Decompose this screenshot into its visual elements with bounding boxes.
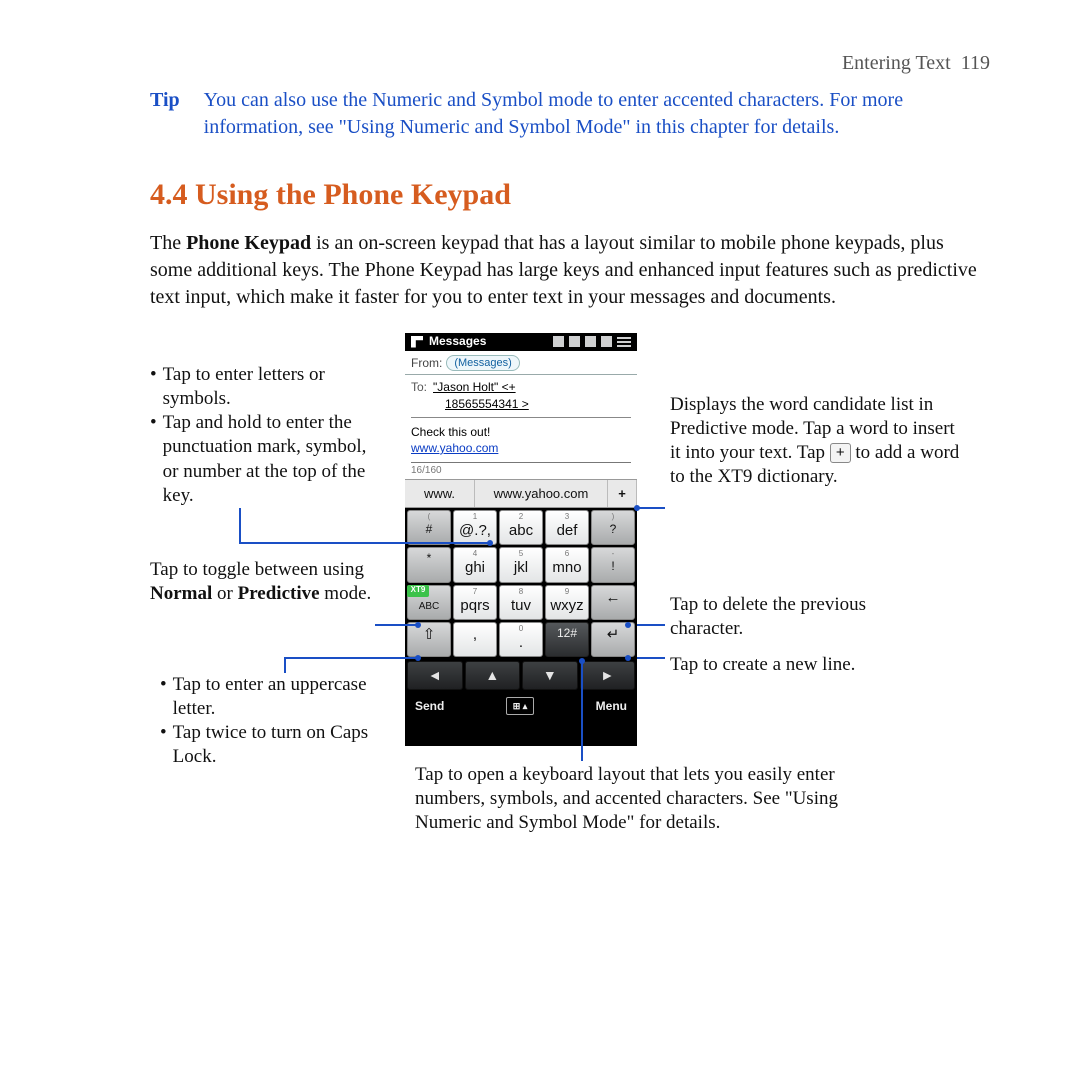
key-8[interactable]: 8tuv: [499, 585, 543, 620]
callout-toggle-mode: Tap to toggle between using Normal or Pr…: [150, 558, 380, 607]
keypad: (# 1@.?, 2abc 3def )? * 4ghi 5jkl 6mno -…: [405, 508, 637, 657]
nav-up[interactable]: ▲: [465, 661, 521, 690]
section-name: Entering Text: [842, 52, 951, 74]
softkey-menu[interactable]: Menu: [596, 698, 627, 714]
xt9-badge: XT9: [407, 585, 429, 597]
key-2[interactable]: 2abc: [499, 510, 543, 545]
to-value-2[interactable]: 18565554341 >: [411, 396, 631, 412]
key-0[interactable]: 0.: [499, 622, 543, 657]
callout-uppercase: Tap to enter an uppercase letter.: [173, 673, 385, 722]
key-5[interactable]: 5jkl: [499, 547, 543, 582]
candidate-2[interactable]: www.yahoo.com: [475, 480, 608, 508]
from-field[interactable]: From: (Messages): [405, 351, 637, 376]
key-exclaim[interactable]: -!: [591, 547, 635, 582]
menu-icon: [617, 337, 631, 347]
page-number: 119: [961, 52, 990, 74]
callout-newline: Tap to create a new line.: [670, 653, 970, 677]
soft-key-bar: Send ⊞ ▴ Menu: [405, 692, 637, 720]
callout-candidate-list: Displays the word candidate list in Pred…: [670, 393, 960, 490]
key-6[interactable]: 6mno: [545, 547, 589, 582]
status-bar: Messages: [405, 333, 637, 351]
nav-row: ◄ ▲ ▼ ►: [405, 659, 637, 692]
key-comma[interactable]: ,: [453, 622, 497, 657]
manual-page: Entering Text 119 Tip You can also use t…: [0, 0, 1080, 1080]
key-shift[interactable]: ⇧: [407, 622, 451, 657]
char-count: 16/160: [411, 462, 631, 479]
compose-area: From: (Messages) To:"Jason Holt" <+ 1856…: [405, 351, 637, 479]
callout-tap-hold: Tap and hold to enter the punctuation ma…: [163, 411, 380, 508]
left-callouts-2: •Tap to enter an uppercase letter. •Tap …: [160, 673, 385, 770]
keypad-diagram: •Tap to enter letters or symbols. •Tap a…: [150, 333, 990, 893]
nav-left[interactable]: ◄: [407, 661, 463, 690]
app-title: Messages: [429, 333, 486, 349]
from-account-chip[interactable]: (Messages): [446, 355, 519, 372]
nav-right[interactable]: ►: [580, 661, 636, 690]
key-enter[interactable]: ↵: [591, 622, 635, 657]
to-field[interactable]: To:"Jason Holt" <+ 18565554341 >: [405, 375, 637, 414]
start-icon: [411, 336, 423, 348]
key-4[interactable]: 4ghi: [453, 547, 497, 582]
intro-paragraph: The Phone Keypad is an on-screen keypad …: [150, 230, 990, 311]
key-backspace[interactable]: ←: [591, 585, 635, 620]
message-body[interactable]: Check this out! www.yahoo.com: [405, 420, 637, 456]
key-7[interactable]: 7pqrs: [453, 585, 497, 620]
section-heading: 4.4 Using the Phone Keypad: [150, 175, 990, 216]
tip-text: You can also use the Numeric and Symbol …: [204, 87, 990, 141]
key-mode-toggle[interactable]: XT9 ABC: [407, 585, 451, 620]
plus-key-icon: +: [830, 443, 851, 463]
signal-icon: [569, 336, 580, 347]
key-3[interactable]: 3def: [545, 510, 589, 545]
callout-symbol-mode: Tap to open a keyboard layout that lets …: [415, 763, 885, 836]
running-header: Entering Text 119: [150, 50, 990, 77]
key-question[interactable]: )?: [591, 510, 635, 545]
tip-block: Tip You can also use the Numeric and Sym…: [150, 87, 990, 141]
to-value[interactable]: "Jason Holt" <+: [433, 380, 516, 394]
key-numsym[interactable]: 12#: [545, 622, 589, 657]
callout-capslock: Tap twice to turn on Caps Lock.: [173, 721, 385, 770]
callout-delete: Tap to delete the previous character.: [670, 593, 940, 642]
softkey-send[interactable]: Send: [415, 698, 444, 714]
candidate-bar: www. www.yahoo.com +: [405, 479, 637, 509]
intro-bold: Phone Keypad: [186, 232, 311, 254]
left-callouts: •Tap to enter letters or symbols. •Tap a…: [150, 363, 380, 509]
nav-down[interactable]: ▼: [522, 661, 578, 690]
battery-icon: [601, 336, 612, 347]
key-1[interactable]: 1@.?,: [453, 510, 497, 545]
key-9[interactable]: 9wxyz: [545, 585, 589, 620]
callout-enter-letters: Tap to enter letters or symbols.: [163, 363, 380, 412]
key-hash[interactable]: (#: [407, 510, 451, 545]
candidate-add[interactable]: +: [608, 480, 637, 508]
tip-label: Tip: [150, 87, 180, 141]
phone-screenshot: Messages From: (Messages) To:"Jason Holt…: [405, 333, 637, 746]
body-link[interactable]: www.yahoo.com: [411, 441, 498, 455]
network-icon: [553, 336, 564, 347]
candidate-1[interactable]: www.: [405, 480, 475, 508]
softkey-sip[interactable]: ⊞ ▴: [506, 697, 534, 715]
key-star[interactable]: *: [407, 547, 451, 582]
volume-icon: [585, 336, 596, 347]
body-line1: Check this out!: [411, 424, 631, 440]
